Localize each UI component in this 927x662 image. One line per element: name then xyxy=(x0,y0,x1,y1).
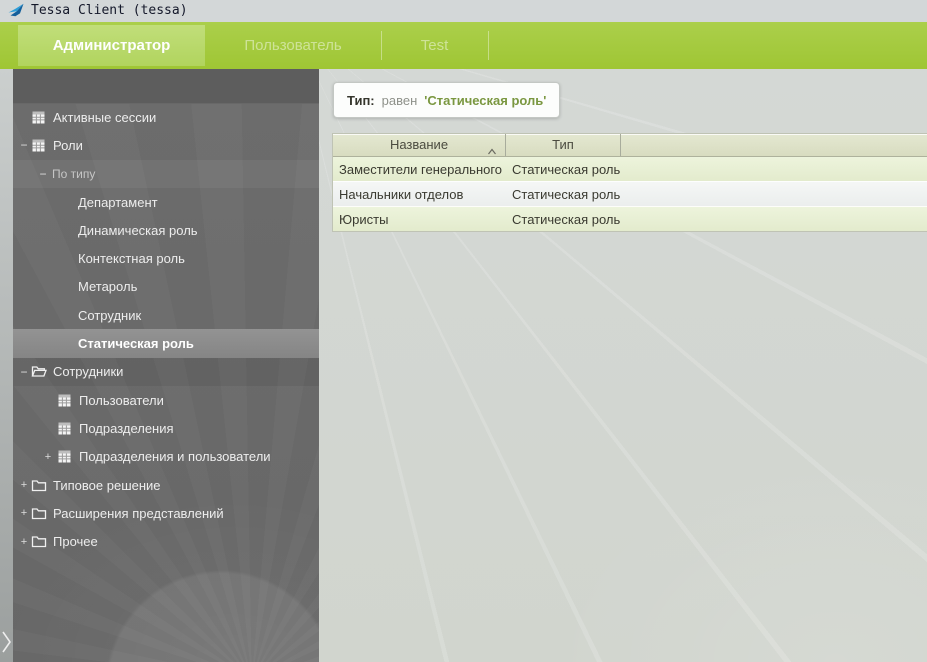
cell-name: Заместители генерального xyxy=(333,162,506,177)
tab-administrator[interactable]: Администратор xyxy=(18,25,205,66)
table-row[interactable]: Заместители генерального Статическая рол… xyxy=(333,157,927,181)
tree-item-dynamic-role[interactable]: Динамическая роль xyxy=(13,216,319,244)
tree-item-label: Департамент xyxy=(78,195,158,210)
folder-icon xyxy=(31,478,47,493)
tree-item-label: По типу xyxy=(52,167,95,181)
filter-field-label: Тип: xyxy=(347,93,375,108)
workspace-tabbar: Администратор Пользователь Test xyxy=(0,22,927,69)
collapse-expander[interactable]: + xyxy=(39,450,57,464)
column-header-label: Название xyxy=(390,137,448,152)
cell-type: Статическая роль xyxy=(506,187,620,202)
filter-value: 'Статическая роль' xyxy=(424,93,546,108)
tree-item-users[interactable]: Пользователи xyxy=(13,386,319,414)
table-row[interactable]: Начальники отделов Статическая роль xyxy=(333,181,927,206)
table-icon xyxy=(31,110,47,125)
cell-name: Юристы xyxy=(333,212,506,227)
column-header-filler xyxy=(621,134,927,156)
tree-item-label: Статическая роль xyxy=(78,336,194,351)
sidebar-collapse-strip[interactable] xyxy=(0,69,13,662)
collapse-expander[interactable]: − xyxy=(17,365,31,379)
folder-icon xyxy=(31,534,47,549)
tree-item-label: Подразделения xyxy=(79,421,174,436)
tree-item-label: Расширения представлений xyxy=(53,506,224,521)
collapse-expander[interactable]: − xyxy=(17,138,31,152)
filter-operator: равен xyxy=(382,93,418,108)
tab-separator xyxy=(488,31,489,60)
tree-item-label: Метароль xyxy=(78,279,137,294)
navigation-sidebar: Активные сессии − Роли − По типу Департа… xyxy=(13,69,319,662)
collapse-expander[interactable]: + xyxy=(17,478,31,492)
table-row[interactable]: Юристы Статическая роль xyxy=(333,206,927,231)
tab-test[interactable]: Test xyxy=(381,25,488,66)
tree-item-roles[interactable]: − Роли xyxy=(13,131,319,159)
collapse-expander[interactable]: + xyxy=(17,535,31,549)
tree-item-other[interactable]: + Прочее xyxy=(13,527,319,555)
folder-icon xyxy=(31,506,47,521)
column-header-label: Тип xyxy=(552,137,574,152)
collapse-expander[interactable]: + xyxy=(17,506,31,520)
tree-item-label: Контекстная роль xyxy=(78,251,185,266)
tab-user[interactable]: Пользователь xyxy=(205,25,381,66)
tree-item-static-role-selected[interactable]: Статическая роль xyxy=(13,329,319,357)
cell-name: Начальники отделов xyxy=(333,187,506,202)
tree-item-label: Динамическая роль xyxy=(78,223,198,238)
tree-item-view-extensions[interactable]: + Расширения представлений xyxy=(13,499,319,527)
window-title: Tessa Client (tessa) xyxy=(31,0,188,22)
tree-item-context-role[interactable]: Контекстная роль xyxy=(13,244,319,272)
tree-item-metarole[interactable]: Метароль xyxy=(13,273,319,301)
tree-item-department[interactable]: Департамент xyxy=(13,188,319,216)
table-header-row: Название Тип xyxy=(333,134,927,157)
content-area: Тип: равен 'Статическая роль' Название Т… xyxy=(319,69,927,662)
tree-item-employees[interactable]: − Сотрудники xyxy=(13,358,319,386)
tree-item-label: Сотрудник xyxy=(78,308,141,323)
window-titlebar: Tessa Client (tessa) xyxy=(0,0,927,22)
folder-open-icon xyxy=(31,364,47,379)
tessa-logo-icon xyxy=(8,3,24,19)
column-header-type[interactable]: Тип xyxy=(506,134,621,156)
table-icon xyxy=(57,393,73,408)
tree-item-label: Роли xyxy=(53,138,83,153)
tree-item-label: Пользователи xyxy=(79,393,164,408)
tree-item-departments-and-users[interactable]: + Подразделения и пользователи xyxy=(13,443,319,471)
tree-item-departments[interactable]: Подразделения xyxy=(13,414,319,442)
tree-item-label: Типовое решение xyxy=(53,478,161,493)
tree-group-by-type[interactable]: − По типу xyxy=(13,160,319,188)
collapse-expander[interactable]: − xyxy=(36,167,50,181)
tree-item-label: Подразделения и пользователи xyxy=(79,449,271,464)
sort-asc-icon xyxy=(487,141,497,149)
filter-chip[interactable]: Тип: равен 'Статическая роль' xyxy=(333,82,560,118)
cell-type: Статическая роль xyxy=(506,212,620,227)
tree-item-standard-solution[interactable]: + Типовое решение xyxy=(13,471,319,499)
cell-type: Статическая роль xyxy=(506,162,620,177)
sidebar-header-band xyxy=(13,69,319,104)
column-header-name[interactable]: Название xyxy=(333,134,506,156)
tree-item-label: Прочее xyxy=(53,534,98,549)
table-icon xyxy=(57,421,73,436)
tree-item-label: Активные сессии xyxy=(53,110,156,125)
table-icon xyxy=(31,138,47,153)
tab-separator xyxy=(381,31,382,60)
navigation-tree: Активные сессии − Роли − По типу Департа… xyxy=(13,103,319,556)
tree-item-label: Сотрудники xyxy=(53,364,123,379)
tree-item-employee[interactable]: Сотрудник xyxy=(13,301,319,329)
roles-table: Название Тип Заместители генерального Ст… xyxy=(332,133,927,232)
tree-item-active-sessions[interactable]: Активные сессии xyxy=(13,103,319,131)
table-icon xyxy=(57,449,73,464)
chevron-right-icon[interactable] xyxy=(0,629,13,655)
